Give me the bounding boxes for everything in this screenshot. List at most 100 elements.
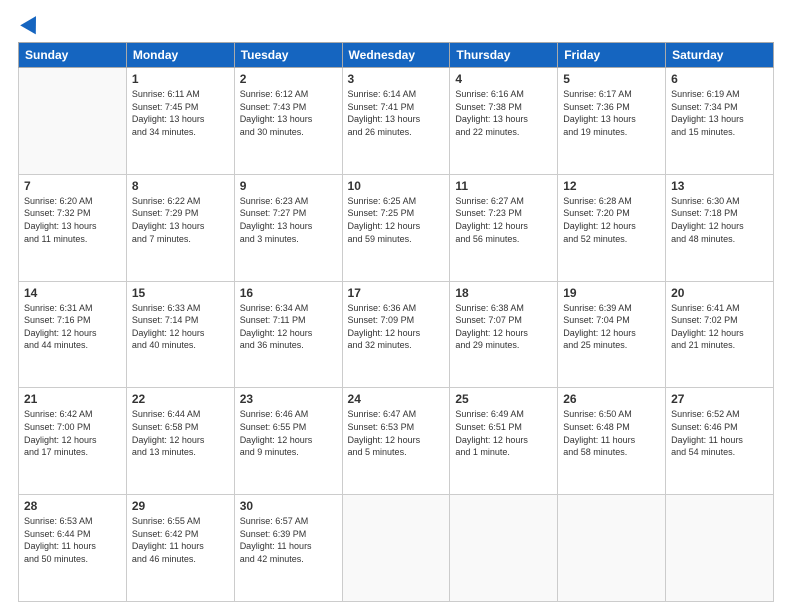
day-info: Sunrise: 6:19 AMSunset: 7:34 PMDaylight:… bbox=[671, 88, 768, 138]
calendar-cell: 22 Sunrise: 6:44 AMSunset: 6:58 PMDayligh… bbox=[126, 388, 234, 495]
day-number: 19 bbox=[563, 286, 660, 300]
calendar-week-row: 14 Sunrise: 6:31 AMSunset: 7:16 PMDayligh… bbox=[19, 281, 774, 388]
calendar-week-row: 21 Sunrise: 6:42 AMSunset: 7:00 PMDayligh… bbox=[19, 388, 774, 495]
calendar-cell: 13 Sunrise: 6:30 AMSunset: 7:18 PMDayligh… bbox=[666, 174, 774, 281]
calendar-cell: 2 Sunrise: 6:12 AMSunset: 7:43 PMDaylight… bbox=[234, 68, 342, 175]
calendar-cell: 4 Sunrise: 6:16 AMSunset: 7:38 PMDaylight… bbox=[450, 68, 558, 175]
day-info: Sunrise: 6:34 AMSunset: 7:11 PMDaylight:… bbox=[240, 302, 337, 352]
day-info: Sunrise: 6:17 AMSunset: 7:36 PMDaylight:… bbox=[563, 88, 660, 138]
calendar-cell: 16Sunrise: 6:34 AMSunset: 7:11 PMDayligh… bbox=[234, 281, 342, 388]
day-number: 10 bbox=[348, 179, 445, 193]
day-number: 17 bbox=[348, 286, 445, 300]
day-info: Sunrise: 6:50 AMSunset: 6:48 PMDaylight:… bbox=[563, 408, 660, 458]
day-info: Sunrise: 6:20 AMSunset: 7:32 PMDaylight:… bbox=[24, 195, 121, 245]
calendar-cell bbox=[666, 495, 774, 602]
calendar-cell: 6 Sunrise: 6:19 AMSunset: 7:34 PMDaylight… bbox=[666, 68, 774, 175]
day-number: 20 bbox=[671, 286, 768, 300]
day-number: 14 bbox=[24, 286, 121, 300]
day-info: Sunrise: 6:57 AMSunset: 6:39 PMDaylight:… bbox=[240, 515, 337, 565]
calendar-cell bbox=[342, 495, 450, 602]
day-number: 12 bbox=[563, 179, 660, 193]
calendar-cell: 1 Sunrise: 6:11 AMSunset: 7:45 PMDaylight… bbox=[126, 68, 234, 175]
calendar-cell bbox=[450, 495, 558, 602]
calendar-cell: 12 Sunrise: 6:28 AMSunset: 7:20 PMDayligh… bbox=[558, 174, 666, 281]
day-number: 21 bbox=[24, 392, 121, 406]
day-number: 22 bbox=[132, 392, 229, 406]
calendar-table: SundayMondayTuesdayWednesdayThursdayFrid… bbox=[18, 42, 774, 602]
day-number: 15 bbox=[132, 286, 229, 300]
calendar-cell: 27Sunrise: 6:52 AMSunset: 6:46 PMDayligh… bbox=[666, 388, 774, 495]
day-info: Sunrise: 6:38 AMSunset: 7:07 PMDaylight:… bbox=[455, 302, 552, 352]
calendar-cell: 11 Sunrise: 6:27 AMSunset: 7:23 PMDayligh… bbox=[450, 174, 558, 281]
weekday-header-saturday: Saturday bbox=[666, 43, 774, 68]
calendar-cell: 30 Sunrise: 6:57 AMSunset: 6:39 PMDayligh… bbox=[234, 495, 342, 602]
calendar-cell: 21 Sunrise: 6:42 AMSunset: 7:00 PMDayligh… bbox=[19, 388, 127, 495]
calendar-cell: 10 Sunrise: 6:25 AMSunset: 7:25 PMDayligh… bbox=[342, 174, 450, 281]
header bbox=[18, 18, 774, 34]
logo bbox=[18, 18, 41, 34]
calendar-cell: 25 Sunrise: 6:49 AMSunset: 6:51 PMDayligh… bbox=[450, 388, 558, 495]
calendar-cell: 19 Sunrise: 6:39 AMSunset: 7:04 PMDayligh… bbox=[558, 281, 666, 388]
day-number: 13 bbox=[671, 179, 768, 193]
day-info: Sunrise: 6:16 AMSunset: 7:38 PMDaylight:… bbox=[455, 88, 552, 138]
calendar-cell: 17 Sunrise: 6:36 AMSunset: 7:09 PMDayligh… bbox=[342, 281, 450, 388]
weekday-header-thursday: Thursday bbox=[450, 43, 558, 68]
day-info: Sunrise: 6:11 AMSunset: 7:45 PMDaylight:… bbox=[132, 88, 229, 138]
day-info: Sunrise: 6:12 AMSunset: 7:43 PMDaylight:… bbox=[240, 88, 337, 138]
day-number: 2 bbox=[240, 72, 337, 86]
day-number: 1 bbox=[132, 72, 229, 86]
day-number: 3 bbox=[348, 72, 445, 86]
calendar-cell bbox=[19, 68, 127, 175]
day-number: 9 bbox=[240, 179, 337, 193]
day-info: Sunrise: 6:33 AMSunset: 7:14 PMDaylight:… bbox=[132, 302, 229, 352]
day-number: 6 bbox=[671, 72, 768, 86]
day-info: Sunrise: 6:36 AMSunset: 7:09 PMDaylight:… bbox=[348, 302, 445, 352]
day-info: Sunrise: 6:27 AMSunset: 7:23 PMDaylight:… bbox=[455, 195, 552, 245]
calendar-week-row: 7 Sunrise: 6:20 AMSunset: 7:32 PMDaylight… bbox=[19, 174, 774, 281]
day-number: 24 bbox=[348, 392, 445, 406]
weekday-header-tuesday: Tuesday bbox=[234, 43, 342, 68]
day-info: Sunrise: 6:53 AMSunset: 6:44 PMDaylight:… bbox=[24, 515, 121, 565]
day-info: Sunrise: 6:31 AMSunset: 7:16 PMDaylight:… bbox=[24, 302, 121, 352]
day-info: Sunrise: 6:22 AMSunset: 7:29 PMDaylight:… bbox=[132, 195, 229, 245]
day-number: 30 bbox=[240, 499, 337, 513]
day-number: 18 bbox=[455, 286, 552, 300]
day-info: Sunrise: 6:42 AMSunset: 7:00 PMDaylight:… bbox=[24, 408, 121, 458]
day-number: 4 bbox=[455, 72, 552, 86]
day-info: Sunrise: 6:41 AMSunset: 7:02 PMDaylight:… bbox=[671, 302, 768, 352]
day-number: 27 bbox=[671, 392, 768, 406]
weekday-header-friday: Friday bbox=[558, 43, 666, 68]
day-number: 28 bbox=[24, 499, 121, 513]
calendar-cell: 9 Sunrise: 6:23 AMSunset: 7:27 PMDaylight… bbox=[234, 174, 342, 281]
day-info: Sunrise: 6:44 AMSunset: 6:58 PMDaylight:… bbox=[132, 408, 229, 458]
day-number: 23 bbox=[240, 392, 337, 406]
calendar-cell: 24Sunrise: 6:47 AMSunset: 6:53 PMDayligh… bbox=[342, 388, 450, 495]
weekday-header-monday: Monday bbox=[126, 43, 234, 68]
calendar-cell: 3 Sunrise: 6:14 AMSunset: 7:41 PMDaylight… bbox=[342, 68, 450, 175]
logo-triangle-icon bbox=[20, 12, 44, 35]
calendar-cell: 7 Sunrise: 6:20 AMSunset: 7:32 PMDaylight… bbox=[19, 174, 127, 281]
weekday-header-sunday: Sunday bbox=[19, 43, 127, 68]
day-info: Sunrise: 6:55 AMSunset: 6:42 PMDaylight:… bbox=[132, 515, 229, 565]
calendar-cell: 5Sunrise: 6:17 AMSunset: 7:36 PMDaylight… bbox=[558, 68, 666, 175]
calendar-cell: 20 Sunrise: 6:41 AMSunset: 7:02 PMDayligh… bbox=[666, 281, 774, 388]
day-info: Sunrise: 6:23 AMSunset: 7:27 PMDaylight:… bbox=[240, 195, 337, 245]
day-info: Sunrise: 6:14 AMSunset: 7:41 PMDaylight:… bbox=[348, 88, 445, 138]
calendar-cell: 29Sunrise: 6:55 AMSunset: 6:42 PMDayligh… bbox=[126, 495, 234, 602]
day-number: 25 bbox=[455, 392, 552, 406]
day-info: Sunrise: 6:49 AMSunset: 6:51 PMDaylight:… bbox=[455, 408, 552, 458]
day-info: Sunrise: 6:39 AMSunset: 7:04 PMDaylight:… bbox=[563, 302, 660, 352]
day-number: 26 bbox=[563, 392, 660, 406]
day-number: 8 bbox=[132, 179, 229, 193]
day-info: Sunrise: 6:28 AMSunset: 7:20 PMDaylight:… bbox=[563, 195, 660, 245]
day-number: 7 bbox=[24, 179, 121, 193]
day-info: Sunrise: 6:30 AMSunset: 7:18 PMDaylight:… bbox=[671, 195, 768, 245]
day-info: Sunrise: 6:25 AMSunset: 7:25 PMDaylight:… bbox=[348, 195, 445, 245]
day-number: 11 bbox=[455, 179, 552, 193]
calendar-cell: 23Sunrise: 6:46 AMSunset: 6:55 PMDayligh… bbox=[234, 388, 342, 495]
calendar-cell: 15 Sunrise: 6:33 AMSunset: 7:14 PMDayligh… bbox=[126, 281, 234, 388]
calendar-week-row: 1 Sunrise: 6:11 AMSunset: 7:45 PMDaylight… bbox=[19, 68, 774, 175]
calendar-cell: 14 Sunrise: 6:31 AMSunset: 7:16 PMDayligh… bbox=[19, 281, 127, 388]
calendar-cell bbox=[558, 495, 666, 602]
weekday-header-wednesday: Wednesday bbox=[342, 43, 450, 68]
